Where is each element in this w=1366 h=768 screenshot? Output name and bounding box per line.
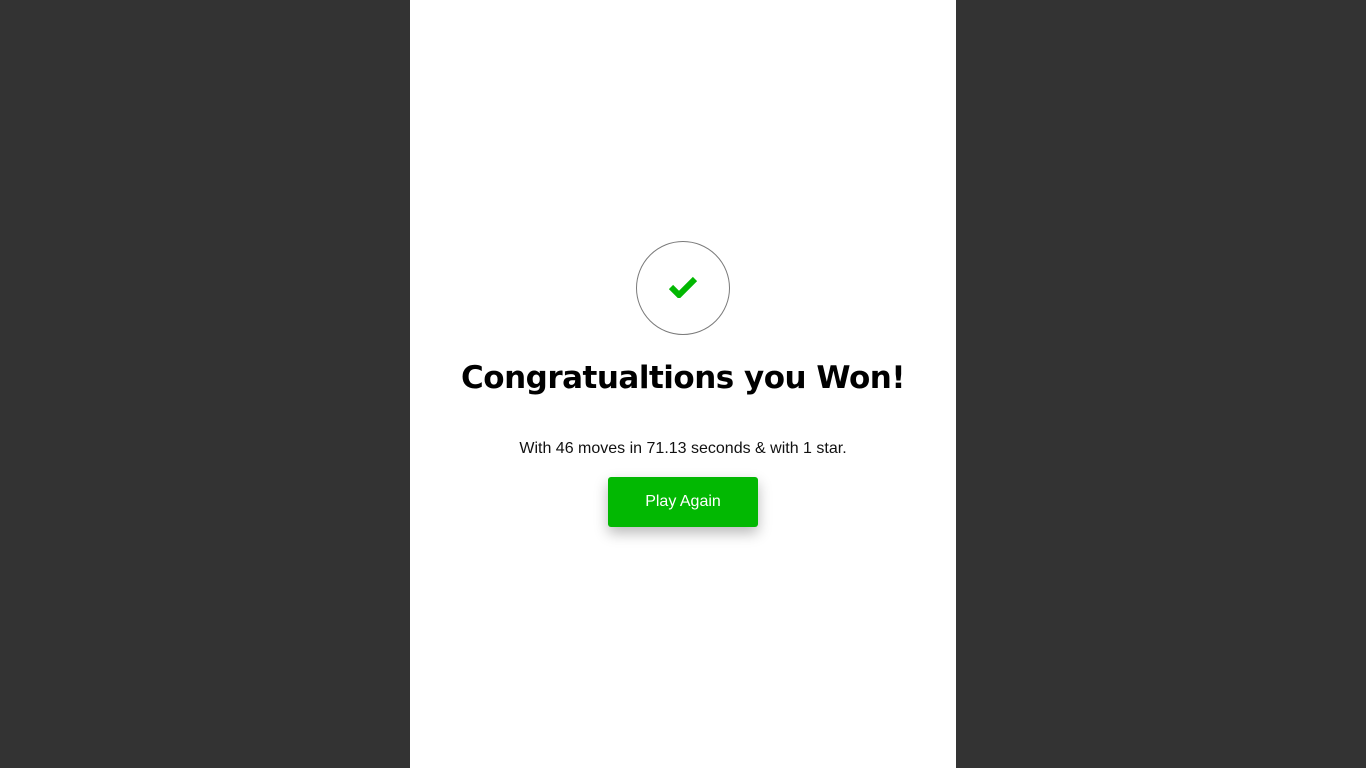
win-summary: With 46 moves in 71.13 seconds & with 1 …: [519, 440, 847, 457]
success-badge: [636, 241, 730, 335]
play-again-button[interactable]: Play Again: [608, 477, 758, 527]
win-title: Congratualtions you Won!: [461, 360, 905, 396]
win-modal: Congratualtions you Won! With 46 moves i…: [410, 0, 956, 768]
checkmark-icon: [669, 276, 697, 298]
